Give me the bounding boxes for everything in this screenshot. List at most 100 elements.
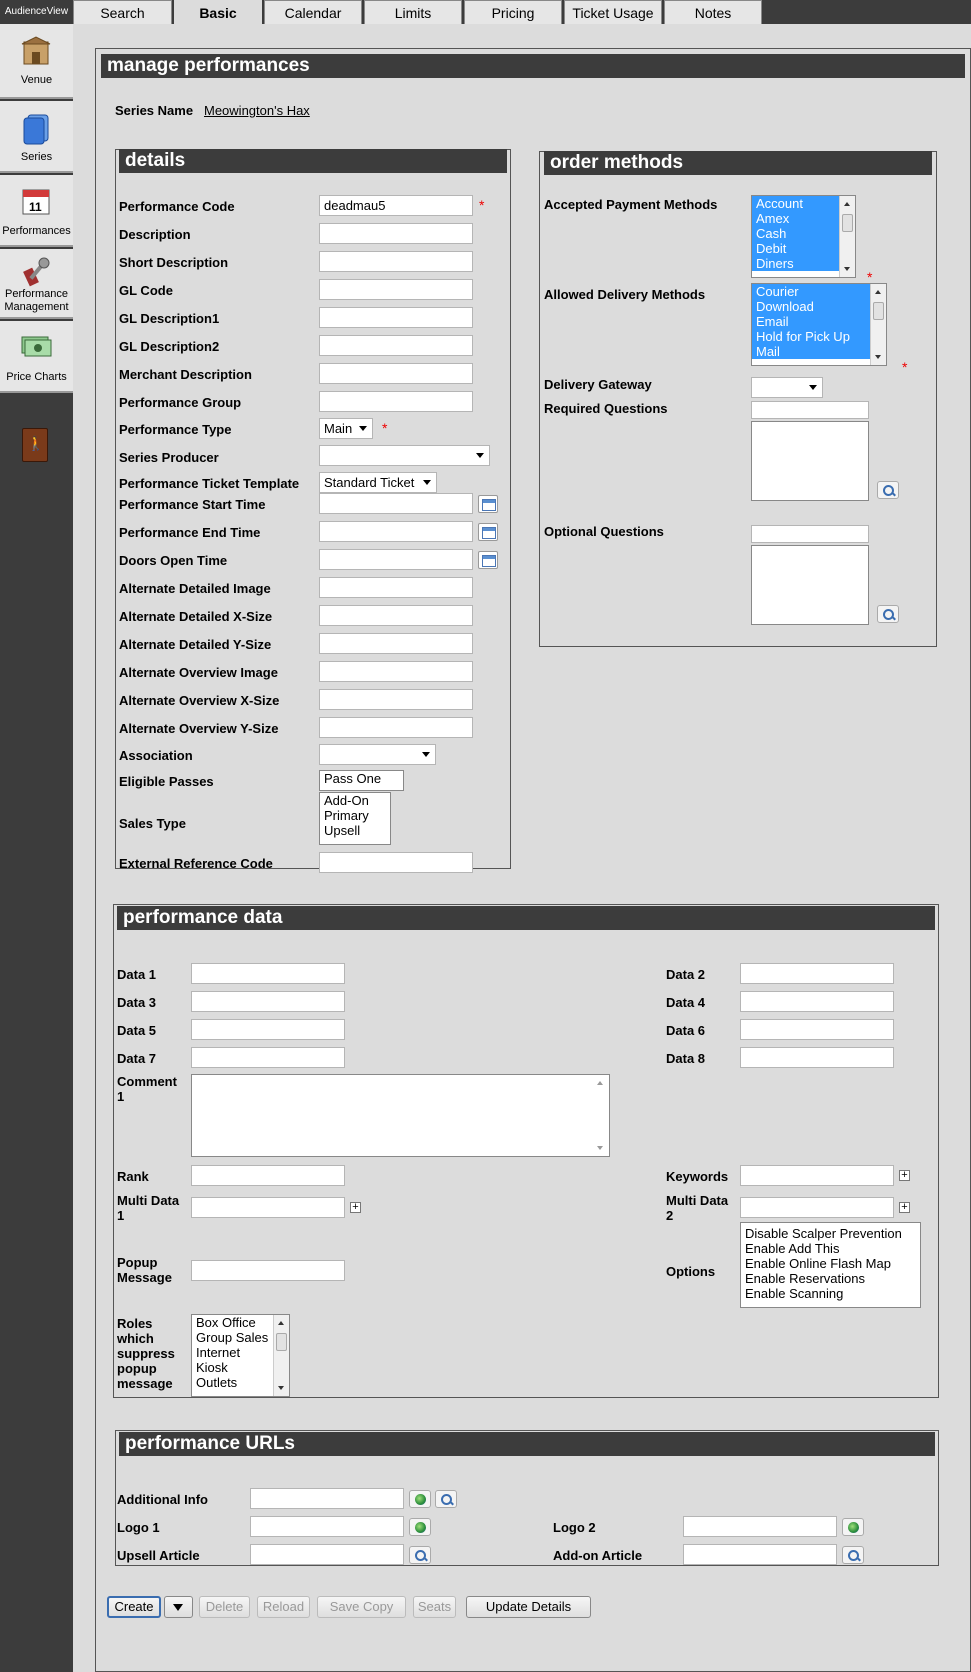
delivery-methods-list[interactable]: Courier Download Email Hold for Pick Up …: [751, 283, 887, 366]
popup-message-input[interactable]: [191, 1260, 345, 1281]
data8-input[interactable]: [740, 1047, 894, 1068]
sidebar-item-venue[interactable]: Venue: [0, 24, 73, 99]
rank-input[interactable]: [191, 1165, 345, 1186]
expand-plus-icon[interactable]: +: [350, 1202, 361, 1213]
keywords-input[interactable]: [740, 1165, 894, 1186]
option-item[interactable]: Enable Online Flash Map: [741, 1256, 920, 1271]
delivery-gateway-select[interactable]: [751, 377, 823, 398]
exit-icon[interactable]: [22, 428, 48, 462]
scroll-down-icon[interactable]: [278, 1386, 284, 1390]
tab-ticket-usage[interactable]: Ticket Usage: [564, 0, 662, 24]
alt-detailed-y-input[interactable]: [319, 633, 473, 654]
tab-limits[interactable]: Limits: [364, 0, 462, 24]
search-icon[interactable]: [877, 481, 899, 499]
option-item[interactable]: Disable Scalper Prevention: [741, 1226, 920, 1241]
data3-input[interactable]: [191, 991, 345, 1012]
tab-basic[interactable]: Basic: [174, 0, 262, 26]
data6-input[interactable]: [740, 1019, 894, 1040]
scroll-thumb[interactable]: [276, 1333, 287, 1351]
data5-input[interactable]: [191, 1019, 345, 1040]
scroll-up-icon[interactable]: [278, 1321, 284, 1325]
save-copy-button[interactable]: Save Copy: [317, 1596, 406, 1618]
eligible-passes-list[interactable]: Pass One: [319, 770, 404, 791]
sidebar-item-series[interactable]: Series: [0, 101, 73, 173]
logo1-input[interactable]: [250, 1516, 404, 1537]
tab-pricing[interactable]: Pricing: [464, 0, 562, 24]
series-producer-select[interactable]: [319, 445, 490, 466]
seats-button[interactable]: Seats: [413, 1596, 456, 1618]
option-item[interactable]: Enable Add This: [741, 1241, 920, 1256]
performance-group-input[interactable]: [319, 391, 473, 412]
addon-article-input[interactable]: [683, 1544, 837, 1565]
globe-icon[interactable]: [842, 1518, 864, 1536]
optional-questions-filter[interactable]: [751, 525, 869, 543]
globe-icon[interactable]: [409, 1490, 431, 1508]
additional-info-input[interactable]: [250, 1488, 404, 1509]
payment-methods-list[interactable]: Account Amex Cash Debit Diners: [751, 195, 856, 278]
sales-type-option[interactable]: Primary: [320, 808, 390, 823]
expand-plus-icon[interactable]: +: [899, 1170, 910, 1181]
description-input[interactable]: [319, 223, 473, 244]
multi-data2-input[interactable]: [740, 1197, 894, 1218]
alt-overview-y-input[interactable]: [319, 717, 473, 738]
required-questions-list[interactable]: [751, 421, 869, 501]
start-time-input[interactable]: [319, 493, 473, 514]
tab-search[interactable]: Search: [73, 0, 172, 24]
doors-open-input[interactable]: [319, 549, 473, 570]
calendar-icon[interactable]: [478, 523, 498, 541]
scroll-down-icon[interactable]: [875, 355, 881, 359]
calendar-icon[interactable]: [478, 551, 498, 569]
sidebar-item-price-charts[interactable]: Price Charts: [0, 321, 73, 393]
delivery-option[interactable]: Download: [752, 299, 886, 314]
delivery-option[interactable]: Email: [752, 314, 886, 329]
option-item[interactable]: Enable Scanning: [741, 1286, 920, 1301]
data2-input[interactable]: [740, 963, 894, 984]
short-description-input[interactable]: [319, 251, 473, 272]
search-icon[interactable]: [877, 605, 899, 623]
calendar-icon[interactable]: [478, 495, 498, 513]
sidebar-item-performance-management[interactable]: Performance Management: [0, 249, 73, 319]
association-select[interactable]: [319, 744, 436, 765]
alt-overview-image-input[interactable]: [319, 661, 473, 682]
scroll-down-icon[interactable]: [844, 267, 850, 271]
sidebar-item-performances[interactable]: 11 Performances: [0, 175, 73, 247]
scroll-up-icon[interactable]: [597, 1081, 603, 1085]
scroll-thumb[interactable]: [842, 214, 853, 232]
data1-input[interactable]: [191, 963, 345, 984]
data4-input[interactable]: [740, 991, 894, 1012]
data7-input[interactable]: [191, 1047, 345, 1068]
sales-type-option[interactable]: Upsell: [320, 823, 390, 838]
optional-questions-list[interactable]: [751, 545, 869, 625]
delivery-option[interactable]: Courier: [752, 284, 886, 299]
scroll-up-icon[interactable]: [844, 202, 850, 206]
reload-button[interactable]: Reload: [257, 1596, 310, 1618]
comment1-textarea[interactable]: [191, 1074, 610, 1157]
required-questions-filter[interactable]: [751, 401, 869, 419]
delivery-option[interactable]: Mail: [752, 344, 886, 359]
delivery-option[interactable]: Hold for Pick Up: [752, 329, 886, 344]
update-details-button[interactable]: Update Details: [466, 1596, 591, 1618]
create-dropdown-button[interactable]: [164, 1596, 193, 1618]
scrollbar[interactable]: [273, 1315, 289, 1396]
logo2-input[interactable]: [683, 1516, 837, 1537]
performance-type-select[interactable]: Main: [319, 418, 373, 439]
roles-list[interactable]: Box Office Group Sales Internet Kiosk Ou…: [191, 1314, 290, 1397]
sales-type-option[interactable]: Add-On: [320, 793, 390, 808]
create-button[interactable]: Create: [107, 1596, 161, 1618]
search-icon[interactable]: [842, 1546, 864, 1564]
options-list[interactable]: Disable Scalper Prevention Enable Add Th…: [740, 1222, 921, 1308]
sales-type-list[interactable]: Add-On Primary Upsell: [319, 792, 391, 845]
delete-button[interactable]: Delete: [199, 1596, 250, 1618]
eligible-pass-option[interactable]: Pass One: [320, 771, 403, 786]
ticket-template-select[interactable]: Standard Ticket: [319, 472, 437, 493]
search-icon[interactable]: [409, 1546, 431, 1564]
alt-detailed-image-input[interactable]: [319, 577, 473, 598]
globe-icon[interactable]: [409, 1518, 431, 1536]
scroll-thumb[interactable]: [873, 302, 884, 320]
performance-code-input[interactable]: deadmau5: [319, 195, 473, 216]
expand-plus-icon[interactable]: +: [899, 1202, 910, 1213]
tab-calendar[interactable]: Calendar: [264, 0, 362, 24]
search-icon[interactable]: [435, 1490, 457, 1508]
gl-description1-input[interactable]: [319, 307, 473, 328]
gl-description2-input[interactable]: [319, 335, 473, 356]
